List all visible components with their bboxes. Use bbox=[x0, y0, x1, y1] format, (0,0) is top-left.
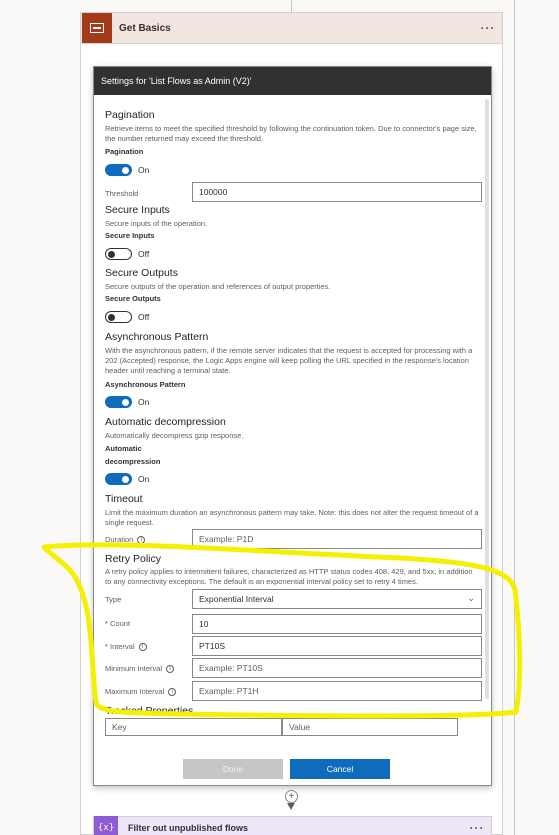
info-icon[interactable]: i bbox=[137, 535, 146, 544]
retry-min-interval-label: Minimum Interval i bbox=[105, 664, 175, 673]
secure-outputs-label: Secure Outputs bbox=[105, 294, 161, 303]
secure-inputs-label: Secure Inputs bbox=[105, 231, 155, 240]
async-label: Asynchronous Pattern bbox=[105, 380, 186, 389]
toggle-switch[interactable] bbox=[105, 311, 132, 323]
decompression-title: Automatic decompression bbox=[105, 416, 226, 428]
toggle-switch[interactable] bbox=[105, 473, 132, 485]
toggle-switch[interactable] bbox=[105, 164, 132, 176]
duration-label: Duration i bbox=[105, 535, 146, 544]
pagination-description: Retrieve items to meet the specified thr… bbox=[105, 124, 477, 143]
pagination-label: Pagination bbox=[105, 147, 144, 156]
decompression-label-line2: decompression bbox=[105, 457, 161, 466]
async-description: With the asynchronous pattern, if the re… bbox=[105, 346, 473, 375]
tracked-key-input[interactable]: Key bbox=[105, 718, 282, 736]
toggle-state: On bbox=[138, 165, 150, 175]
canvas-divider bbox=[514, 0, 515, 835]
secure-outputs-toggle[interactable]: Off bbox=[105, 311, 149, 323]
timeout-description: Limit the maximum duration an asynchrono… bbox=[105, 508, 479, 527]
async-toggle[interactable]: On bbox=[105, 396, 149, 408]
settings-dialog: Settings for 'List Flows as Admin (V2)' … bbox=[93, 66, 492, 786]
retry-count-label: * Count bbox=[105, 619, 131, 628]
retry-type-select[interactable]: Exponential Interval ⌄ bbox=[192, 589, 482, 609]
retry-max-interval-label: Maximum Interval i bbox=[105, 687, 177, 696]
variable-icon: {x} bbox=[94, 816, 118, 835]
retry-interval-input[interactable]: PT10S bbox=[192, 636, 482, 656]
info-icon[interactable]: i bbox=[168, 687, 177, 696]
more-options-icon[interactable]: ··· bbox=[463, 821, 491, 835]
action-header-get-basics[interactable]: Get Basics ··· bbox=[80, 12, 503, 44]
toggle-state: Off bbox=[138, 312, 150, 322]
secure-outputs-description: Secure outputs of the operation and refe… bbox=[105, 282, 331, 291]
tracked-properties-title: Tracked Properties bbox=[105, 705, 194, 717]
dialog-title: Settings for 'List Flows as Admin (V2)' bbox=[101, 76, 252, 86]
retry-interval-label: * Interval i bbox=[105, 642, 147, 651]
toggle-state: Off bbox=[138, 249, 150, 259]
toggle-switch[interactable] bbox=[105, 396, 132, 408]
arrow-down-icon bbox=[287, 803, 295, 810]
retry-max-interval-input[interactable]: Example: PT1H bbox=[192, 681, 482, 701]
retry-count-input[interactable]: 10 bbox=[192, 614, 482, 634]
info-icon[interactable]: i bbox=[166, 664, 175, 673]
retry-policy-title: Retry Policy bbox=[105, 553, 162, 565]
toggle-state: On bbox=[138, 397, 150, 407]
secure-inputs-description: Secure inputs of the operation. bbox=[105, 219, 208, 228]
next-action-title: Filter out unpublished flows bbox=[128, 823, 248, 833]
cancel-button[interactable]: Cancel bbox=[290, 759, 390, 779]
threshold-input[interactable]: 100000 bbox=[192, 182, 482, 202]
dialog-header: Settings for 'List Flows as Admin (V2)' bbox=[94, 67, 491, 95]
decompression-description: Automatically decompress gzip response. bbox=[105, 431, 244, 440]
add-step-icon[interactable]: + bbox=[285, 790, 298, 803]
pagination-title: Pagination bbox=[105, 109, 155, 121]
decompression-toggle[interactable]: On bbox=[105, 473, 149, 485]
retry-policy-description: A retry policy applies to intermittent f… bbox=[105, 567, 473, 586]
toggle-switch[interactable] bbox=[105, 248, 132, 260]
info-icon[interactable]: i bbox=[138, 642, 147, 651]
retry-type-label: Type bbox=[105, 595, 122, 604]
done-button[interactable]: Done bbox=[183, 759, 283, 779]
duration-input[interactable]: Example: P1D bbox=[192, 529, 482, 549]
action-icon bbox=[82, 13, 112, 43]
tracked-value-input[interactable]: Value bbox=[282, 718, 458, 736]
threshold-label: Threshold bbox=[105, 189, 139, 198]
secure-inputs-title: Secure Inputs bbox=[105, 204, 170, 216]
action-title: Get Basics bbox=[119, 22, 171, 34]
action-header-filter[interactable]: {x} Filter out unpublished flows ··· bbox=[93, 816, 492, 835]
async-title: Asynchronous Pattern bbox=[105, 331, 209, 343]
secure-inputs-toggle[interactable]: Off bbox=[105, 248, 149, 260]
pagination-toggle[interactable]: On bbox=[105, 164, 149, 176]
toggle-state: On bbox=[138, 474, 150, 484]
timeout-title: Timeout bbox=[105, 493, 143, 505]
retry-min-interval-input[interactable]: Example: PT10S bbox=[192, 658, 482, 678]
secure-outputs-title: Secure Outputs bbox=[105, 267, 178, 279]
chevron-down-icon: ⌄ bbox=[467, 594, 475, 604]
decompression-label-line1: Automatic bbox=[105, 444, 142, 453]
dialog-scrollbar[interactable] bbox=[485, 99, 489, 699]
more-options-icon[interactable]: ··· bbox=[474, 21, 502, 35]
